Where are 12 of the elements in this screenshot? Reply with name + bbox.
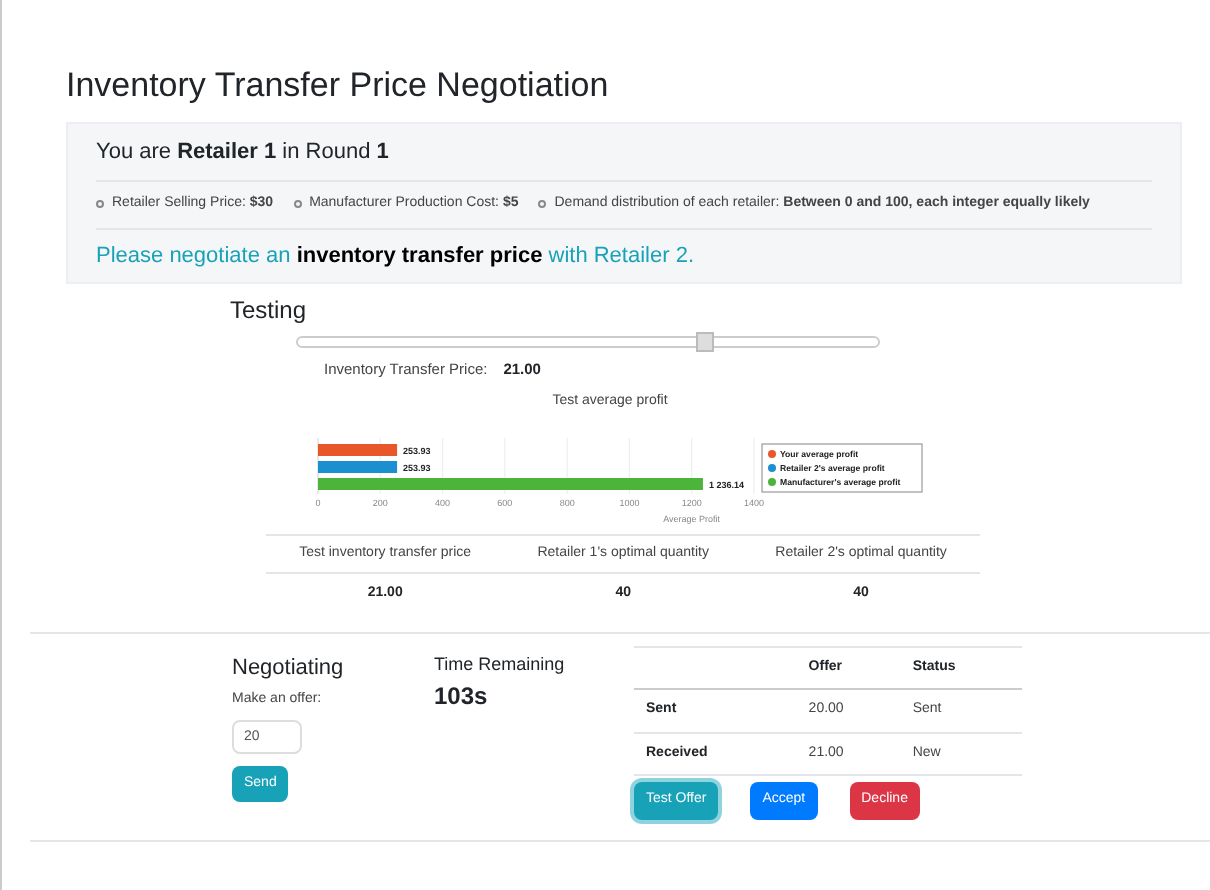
slider-thumb[interactable] (696, 332, 714, 352)
timer-value: 103s (434, 680, 490, 715)
bullet-icon (293, 200, 302, 209)
bullet-icon (96, 200, 104, 209)
timer-heading: Time Remaining (434, 651, 567, 678)
role-text: You are Retailer 1 in Round 1 (96, 139, 389, 163)
section-heading: Negotiating (232, 653, 344, 684)
instruction-text: Please negotiate an inventory transfer price with Retailer 2. (96, 243, 694, 267)
section-heading: Testing (230, 294, 309, 328)
page-title: Inventory Transfer Price Negotiation (66, 64, 611, 108)
slider-track[interactable] (296, 336, 880, 348)
bullet-icon (538, 200, 547, 209)
